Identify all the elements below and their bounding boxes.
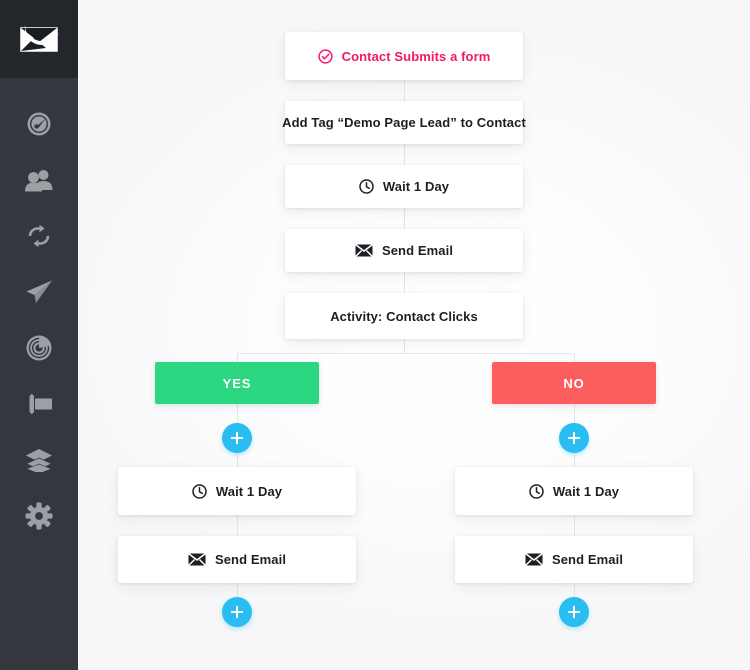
connector-line xyxy=(574,583,575,597)
branch-yes-step-wait[interactable]: Wait 1 Day xyxy=(118,467,356,515)
plus-icon xyxy=(230,605,244,619)
flow-step-label: Wait 1 Day xyxy=(382,179,450,194)
envelope-icon xyxy=(354,244,373,257)
clock-icon xyxy=(529,483,544,499)
connector-line xyxy=(404,208,405,229)
add-step-button-yes-top[interactable] xyxy=(222,423,252,453)
envelope-icon xyxy=(524,553,543,566)
branch-no-label: NO xyxy=(563,375,585,391)
plus-icon xyxy=(567,605,581,619)
add-step-button-yes-bottom[interactable] xyxy=(222,597,252,627)
branch-step-label: Send Email xyxy=(551,552,624,567)
flow-step-label: Activity: Contact Clicks xyxy=(330,308,478,324)
plus-icon xyxy=(567,431,581,445)
plus-icon xyxy=(230,431,244,445)
connector-line xyxy=(404,80,405,101)
automation-canvas: Contact Submits a form Add Tag “Demo Pag… xyxy=(78,0,750,670)
connector-line xyxy=(237,353,238,362)
flow-step-label: Contact Submits a form xyxy=(341,48,491,64)
sidebar-item-campaigns[interactable] xyxy=(0,264,78,320)
sidebar-item-contacts[interactable] xyxy=(0,152,78,208)
sidebar-item-dashboard[interactable] xyxy=(0,96,78,152)
paper-plane-icon xyxy=(26,280,52,303)
connector-line xyxy=(574,515,575,536)
branch-yes-step-send-email[interactable]: Send Email xyxy=(118,536,356,583)
connector-line xyxy=(404,144,405,165)
check-circle-icon xyxy=(317,48,333,64)
add-step-button-no-bottom[interactable] xyxy=(559,597,589,627)
sidebar-item-settings[interactable] xyxy=(0,488,78,544)
connector-line xyxy=(574,404,575,423)
branch-no-step-wait[interactable]: Wait 1 Day xyxy=(455,467,693,515)
automation-builder-window: Contact Submits a form Add Tag “Demo Pag… xyxy=(0,0,750,670)
envelope-logo-icon xyxy=(20,25,59,52)
pie-chart-icon xyxy=(26,335,52,361)
people-icon xyxy=(25,170,53,192)
clock-icon xyxy=(192,483,207,499)
sidebar-item-forms[interactable] xyxy=(0,376,78,432)
connector-line xyxy=(237,404,238,423)
branch-no-step-send-email[interactable]: Send Email xyxy=(455,536,693,583)
flow-step-trigger[interactable]: Contact Submits a form xyxy=(285,32,523,80)
connector-line xyxy=(237,583,238,597)
branch-step-label: Wait 1 Day xyxy=(552,483,620,499)
sidebar-item-lists[interactable] xyxy=(0,432,78,488)
sidebar-item-automations[interactable] xyxy=(0,208,78,264)
connector-line xyxy=(574,453,575,467)
connector-line xyxy=(404,272,405,293)
flow-step-label: Add Tag “Demo Page Lead” to Contact xyxy=(282,115,526,130)
flow-step-add-tag[interactable]: Add Tag “Demo Page Lead” to Contact xyxy=(282,101,526,144)
sidebar xyxy=(0,0,78,670)
branch-yes-label: YES xyxy=(222,375,252,391)
gauge-icon xyxy=(27,112,51,136)
connector-line xyxy=(237,515,238,536)
flow-step-condition[interactable]: Activity: Contact Clicks xyxy=(285,293,523,339)
app-logo[interactable] xyxy=(0,0,78,78)
loop-arrows-icon xyxy=(28,224,50,248)
sidebar-nav xyxy=(0,78,78,544)
connector-line xyxy=(237,453,238,467)
gear-icon xyxy=(25,502,53,530)
branch-fork-line xyxy=(237,353,571,354)
layers-icon xyxy=(26,449,52,472)
branch-step-label: Send Email xyxy=(214,552,287,567)
branch-no-button[interactable]: NO xyxy=(492,362,656,404)
sidebar-item-reports[interactable] xyxy=(0,320,78,376)
flow-step-label: Send Email xyxy=(381,243,454,258)
connector-line xyxy=(574,353,575,362)
connector-line xyxy=(404,339,405,353)
form-icon xyxy=(29,393,52,415)
flow-step-send-email[interactable]: Send Email xyxy=(285,229,523,272)
branch-yes-button[interactable]: YES xyxy=(155,362,319,404)
clock-icon xyxy=(359,179,374,194)
add-step-button-no-top[interactable] xyxy=(559,423,589,453)
envelope-icon xyxy=(187,553,206,566)
flow-step-wait[interactable]: Wait 1 Day xyxy=(285,165,523,208)
branch-step-label: Wait 1 Day xyxy=(215,483,283,499)
